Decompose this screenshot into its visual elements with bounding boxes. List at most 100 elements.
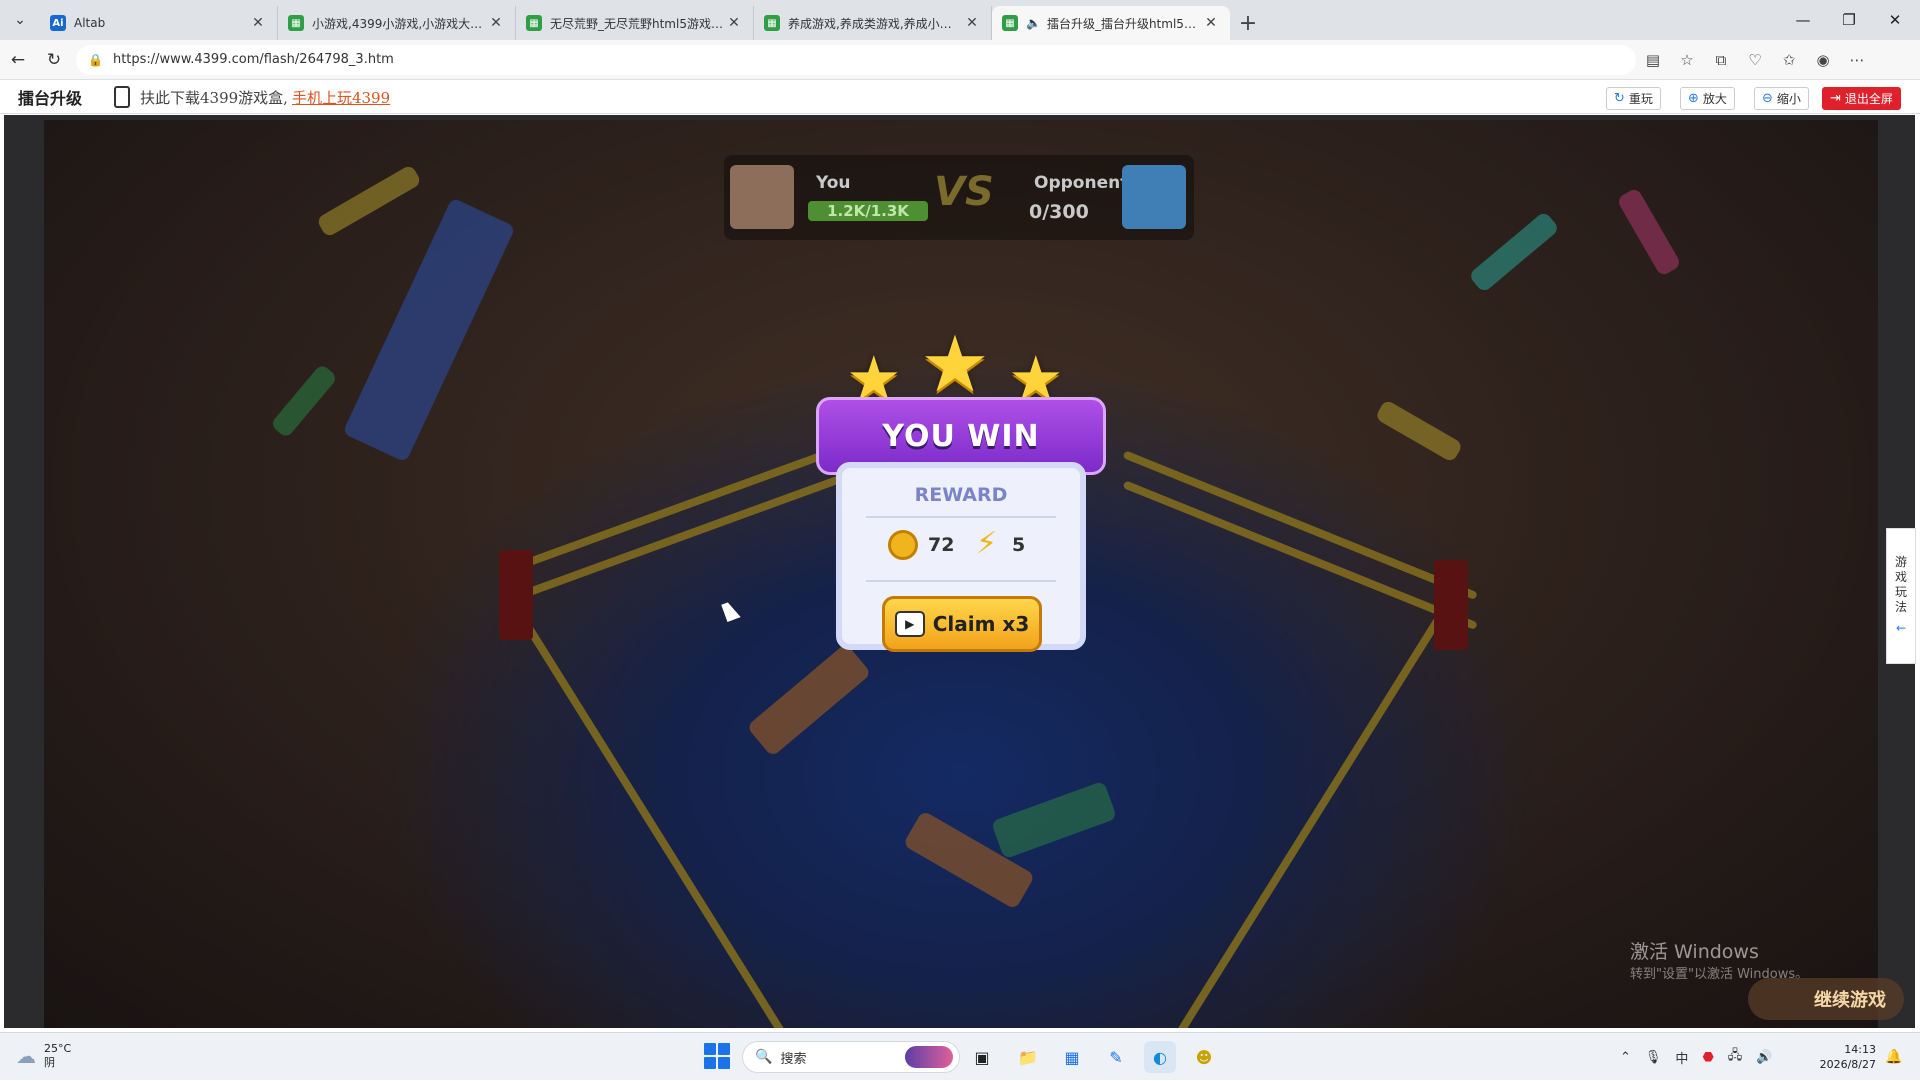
- favorites-icon[interactable]: ✩: [1772, 44, 1806, 76]
- file-explorer-icon[interactable]: 📁: [1012, 1041, 1044, 1073]
- zoom-in-icon: ⊕: [1688, 91, 1699, 106]
- speaker-icon[interactable]: 🔈: [1026, 16, 1041, 30]
- notification-icon[interactable]: 🔔: [1885, 1049, 1902, 1065]
- tab-wujin[interactable]: ▦ 无尽荒野_无尽荒野html5游戏_439 ✕: [516, 6, 754, 40]
- phone-icon: [114, 86, 130, 108]
- tab-title: 小游戏,4399小游戏,小游戏大全,双: [312, 16, 487, 31]
- chevron-up-icon[interactable]: ⌃: [1620, 1050, 1631, 1065]
- chevron-down-icon: ⌄: [14, 12, 26, 28]
- player-label: You: [816, 173, 851, 193]
- task-view-icon[interactable]: ▣: [966, 1041, 998, 1073]
- player-avatar: [730, 165, 794, 229]
- refresh-icon: ↻: [1614, 91, 1625, 106]
- claim-x3-button[interactable]: ▶ Claim x3: [882, 596, 1042, 652]
- reward-card: REWARD 72 ⚡ 5 ▶ Claim x3: [836, 462, 1086, 652]
- tab-leitai[interactable]: ▦ 🔈 擂台升级_擂台升级html5游戏 ✕: [992, 6, 1230, 40]
- antivirus-icon[interactable]: ⬣: [1702, 1050, 1713, 1065]
- favorite-star-icon[interactable]: ☆: [1670, 44, 1704, 76]
- zoom-out-button[interactable]: ⊖ 缩小: [1754, 87, 1809, 110]
- close-window-button[interactable]: ✕: [1872, 0, 1918, 40]
- 4399-favicon: ▦: [526, 15, 542, 31]
- profile-avatar-icon[interactable]: ◉: [1806, 44, 1840, 76]
- side-tab-char: 法: [1894, 600, 1907, 614]
- clock[interactable]: 14:13 2026/8/27: [1818, 1042, 1876, 1072]
- coin-reward-value: 72: [928, 534, 955, 556]
- lock-icon: 🔒: [88, 52, 103, 67]
- tab-altab[interactable]: Ai Altab ✕: [40, 6, 278, 40]
- opponent-score: 0/300: [1029, 201, 1089, 223]
- 4399-favicon: ▦: [1002, 15, 1018, 31]
- game-canvas[interactable]: You 1.2K/1.3K VS Opponent 0/300 ★ ★ ★ YO…: [44, 120, 1878, 1028]
- volume-icon[interactable]: 🔊: [1756, 1050, 1772, 1065]
- zoom-in-button[interactable]: ⊕ 放大: [1680, 87, 1735, 110]
- tab-yangcheng[interactable]: ▦ 养成游戏,养成类游戏,养成小游戏,养 ✕: [754, 6, 992, 40]
- divider: [866, 580, 1056, 582]
- tab-actions-menu[interactable]: ⌄: [0, 0, 40, 40]
- replay-button[interactable]: ↻ 重玩: [1606, 87, 1661, 110]
- tab-title: 擂台升级_擂台升级html5游戏: [1046, 16, 1202, 31]
- browser-essentials-icon[interactable]: ♡: [1738, 44, 1772, 76]
- close-icon[interactable]: ✕: [963, 15, 981, 31]
- game-title: 擂台升级: [18, 89, 83, 108]
- minimize-button[interactable]: —: [1780, 0, 1826, 40]
- input-method-icon[interactable]: 中: [1675, 1048, 1688, 1067]
- plus-icon: +: [1238, 10, 1258, 36]
- app-character-icon[interactable]: ☻: [1188, 1041, 1220, 1073]
- url-input[interactable]: 🔒 https://www.4399.com/flash/264798_3.ht…: [76, 44, 1636, 75]
- tab-4399-home[interactable]: ▦ 小游戏,4399小游戏,小游戏大全,双 ✕: [278, 6, 516, 40]
- restore-button[interactable]: ❐: [1826, 0, 1872, 40]
- search-icon: 🔍: [755, 1049, 773, 1065]
- search-placeholder: 搜索: [780, 1051, 807, 1067]
- microphone-icon[interactable]: 🎙: [1645, 1050, 1662, 1065]
- whiteboard-icon[interactable]: ✎: [1100, 1041, 1132, 1073]
- url-text: https://www.4399.com/flash/264798_3.htm: [112, 52, 394, 67]
- continue-game-button[interactable]: 继续游戏: [1748, 978, 1904, 1020]
- player-score: 1.2K/1.3K: [808, 201, 928, 221]
- weather-widget[interactable]: ☁ 25°C 阴: [16, 1042, 71, 1070]
- site-header: 擂台升级 扶此下载4399游戏盒, 手机上玩4399 ↻ 重玩 ⊕ 放大 ⊖ 缩小 ⇥…: [0, 81, 1920, 114]
- close-icon[interactable]: ✕: [725, 15, 743, 31]
- game-frame: You 1.2K/1.3K VS Opponent 0/300 ★ ★ ★ YO…: [4, 115, 1915, 1028]
- extensions-icon[interactable]: ⧉: [1704, 44, 1738, 76]
- claim-label: Claim x3: [932, 612, 1030, 636]
- windows-logo-icon: [718, 1043, 730, 1055]
- taskbar: ☁ 25°C 阴 🔍 搜索 ▣ 📁 ▦ ✎ ◐ ☻ ⌃ 🎙 中 ⬣ 🖧 🔊 14…: [0, 1032, 1920, 1080]
- exit-fullscreen-button[interactable]: ⇥ 退出全屏: [1822, 87, 1901, 110]
- exit-icon: ⇥: [1830, 91, 1841, 106]
- refresh-icon: ↻: [46, 49, 62, 70]
- tab-title: Altab: [74, 16, 106, 30]
- continue-label: 继续游戏: [1814, 990, 1886, 1011]
- close-icon[interactable]: ✕: [487, 15, 505, 31]
- side-tab-char: 玩: [1894, 585, 1907, 599]
- 4399-favicon: ▦: [764, 15, 780, 31]
- reader-view-icon[interactable]: ▤: [1636, 44, 1670, 76]
- energy-reward-value: 5: [1012, 534, 1026, 556]
- weather-desc: 阴: [44, 1056, 55, 1069]
- more-menu-icon[interactable]: ⋯: [1840, 44, 1874, 76]
- weather-temp: 25°C: [44, 1042, 72, 1055]
- vs-label: VS: [934, 169, 994, 215]
- zoom-out-label: 缩小: [1776, 92, 1801, 106]
- game-guide-tab[interactable]: 游 戏 玩 法 ←: [1886, 528, 1916, 664]
- store-icon[interactable]: ▦: [1056, 1041, 1088, 1073]
- start-button[interactable]: [704, 1043, 730, 1069]
- tab-title: 无尽荒野_无尽荒野html5游戏_439: [550, 16, 725, 31]
- refresh-button[interactable]: ↻: [36, 44, 72, 76]
- coin-icon: [888, 530, 918, 560]
- lightning-bolt-icon: ⚡: [976, 526, 998, 561]
- replay-label: 重玩: [1628, 92, 1653, 106]
- system-tray: ⌃ 🎙 中 ⬣ 🖧 🔊: [1620, 1033, 1772, 1081]
- reward-label: REWARD: [914, 484, 1008, 506]
- taskbar-search[interactable]: 🔍 搜索: [742, 1041, 960, 1073]
- arrow-left-icon: ←: [10, 49, 26, 70]
- close-icon[interactable]: ✕: [249, 15, 267, 31]
- network-icon[interactable]: 🖧: [1728, 1046, 1743, 1068]
- back-button[interactable]: ←: [0, 44, 36, 76]
- search-highlight-icon: [905, 1046, 953, 1068]
- download-link[interactable]: 手机上玩4399: [292, 87, 390, 108]
- new-tab-button[interactable]: +: [1230, 6, 1266, 40]
- exit-fullscreen-label: 退出全屏: [1844, 92, 1893, 106]
- edge-browser-icon[interactable]: ◐: [1144, 1041, 1176, 1073]
- close-icon[interactable]: ✕: [1202, 15, 1220, 31]
- clock-time: 14:13: [1844, 1043, 1876, 1056]
